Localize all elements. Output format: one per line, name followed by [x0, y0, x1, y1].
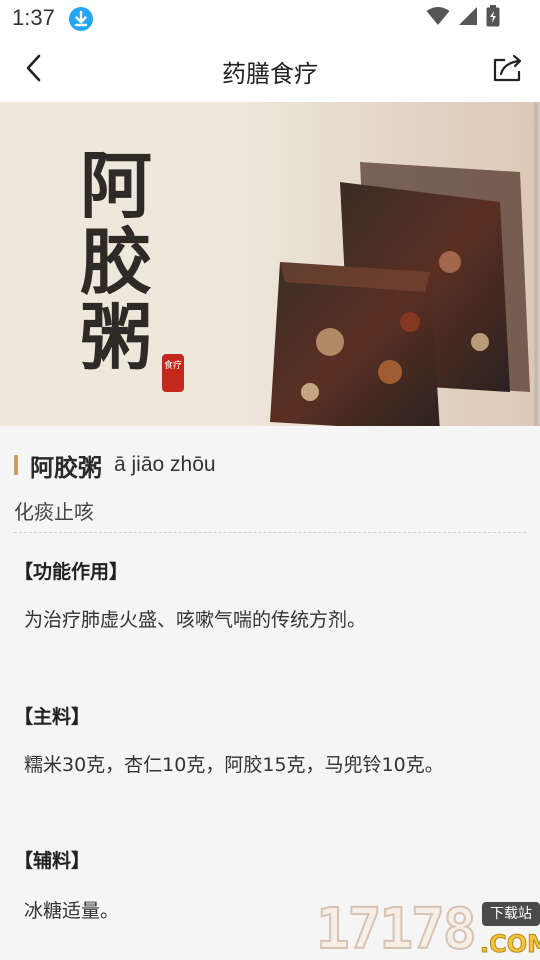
- hero-image: 阿胶粥 食疗: [0, 102, 540, 426]
- share-icon: [492, 53, 524, 87]
- recipe-tagline: 化痰止咳: [14, 500, 94, 524]
- watermark-domain: .COM: [479, 930, 540, 959]
- wifi-icon: [426, 6, 450, 30]
- download-icon: [69, 7, 93, 31]
- page-title: 药膳食疗: [222, 61, 318, 88]
- battery-icon: [486, 5, 500, 31]
- section-body-function: 为治疗肺虚火盛、咳嗽气喘的传统方剂。: [24, 609, 367, 631]
- recipe-pinyin: ā jiāo zhōu: [114, 453, 216, 476]
- divider: [14, 532, 526, 533]
- watermark-number: 17178: [315, 897, 478, 960]
- hero-seal-stamp: 食疗: [162, 354, 184, 392]
- section-body-auxiliary: 冰糖适量。: [24, 900, 120, 922]
- section-body-main-ingredients: 糯米30克，杏仁10克，阿胶15克，马兜铃10克。: [24, 754, 444, 776]
- watermark-tag: 下载站: [482, 902, 540, 926]
- hero-food-illustration: [270, 162, 530, 426]
- recipe-name-row: 阿胶粥 ā jiāo zhōu: [14, 450, 216, 482]
- share-button[interactable]: [488, 50, 528, 90]
- recipe-name: 阿胶粥: [30, 453, 102, 482]
- section-heading-function: 【功能作用】: [14, 561, 129, 583]
- name-accent-bar: [14, 455, 18, 475]
- status-time: 1:37: [12, 5, 55, 30]
- recipe-detail: 阿胶粥 ā jiāo zhōu 化痰止咳 【功能作用】 为治疗肺虚火盛、咳嗽气喘…: [0, 426, 540, 960]
- app-bar: 药膳食疗: [0, 38, 540, 102]
- hero-title-calligraphy: 阿胶粥: [80, 143, 153, 380]
- watermark-logo: 17178 下载站 .COM: [315, 897, 540, 960]
- section-heading-main-ingredients: 【主料】: [14, 706, 91, 728]
- signal-icon: [458, 6, 478, 30]
- section-heading-auxiliary: 【辅料】: [14, 850, 91, 872]
- status-icons: [426, 5, 500, 31]
- status-bar: 1:37: [0, 0, 540, 38]
